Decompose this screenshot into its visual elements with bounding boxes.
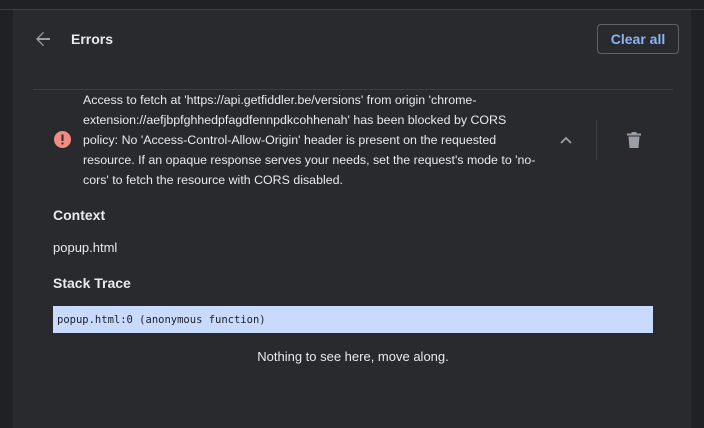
errors-panel: Errors Clear all Access to fetch at 'htt… [13, 10, 691, 428]
collapse-button[interactable] [556, 130, 576, 150]
top-bar [0, 0, 704, 10]
trash-icon [627, 132, 641, 148]
context-value: popup.html [53, 240, 118, 255]
actions-separator [596, 120, 597, 160]
error-message: Access to fetch at 'https://api.getfiddl… [83, 93, 536, 187]
page-title: Errors [71, 31, 114, 47]
stack-trace-heading: Stack Trace [53, 275, 131, 291]
stack-frame[interactable]: popup.html:0 (anonymous function) [53, 306, 653, 333]
stack-trace-empty-message: Nothing to see here, move along. [257, 349, 449, 364]
errors-header: Errors Clear all [13, 10, 691, 70]
clear-all-button[interactable]: Clear all [597, 24, 679, 54]
arrow-back-icon [36, 32, 50, 46]
error-icon [54, 131, 71, 148]
chevron-up-icon [560, 136, 572, 144]
back-button[interactable] [33, 29, 53, 49]
delete-button[interactable] [624, 130, 644, 150]
context-heading: Context [53, 207, 106, 223]
